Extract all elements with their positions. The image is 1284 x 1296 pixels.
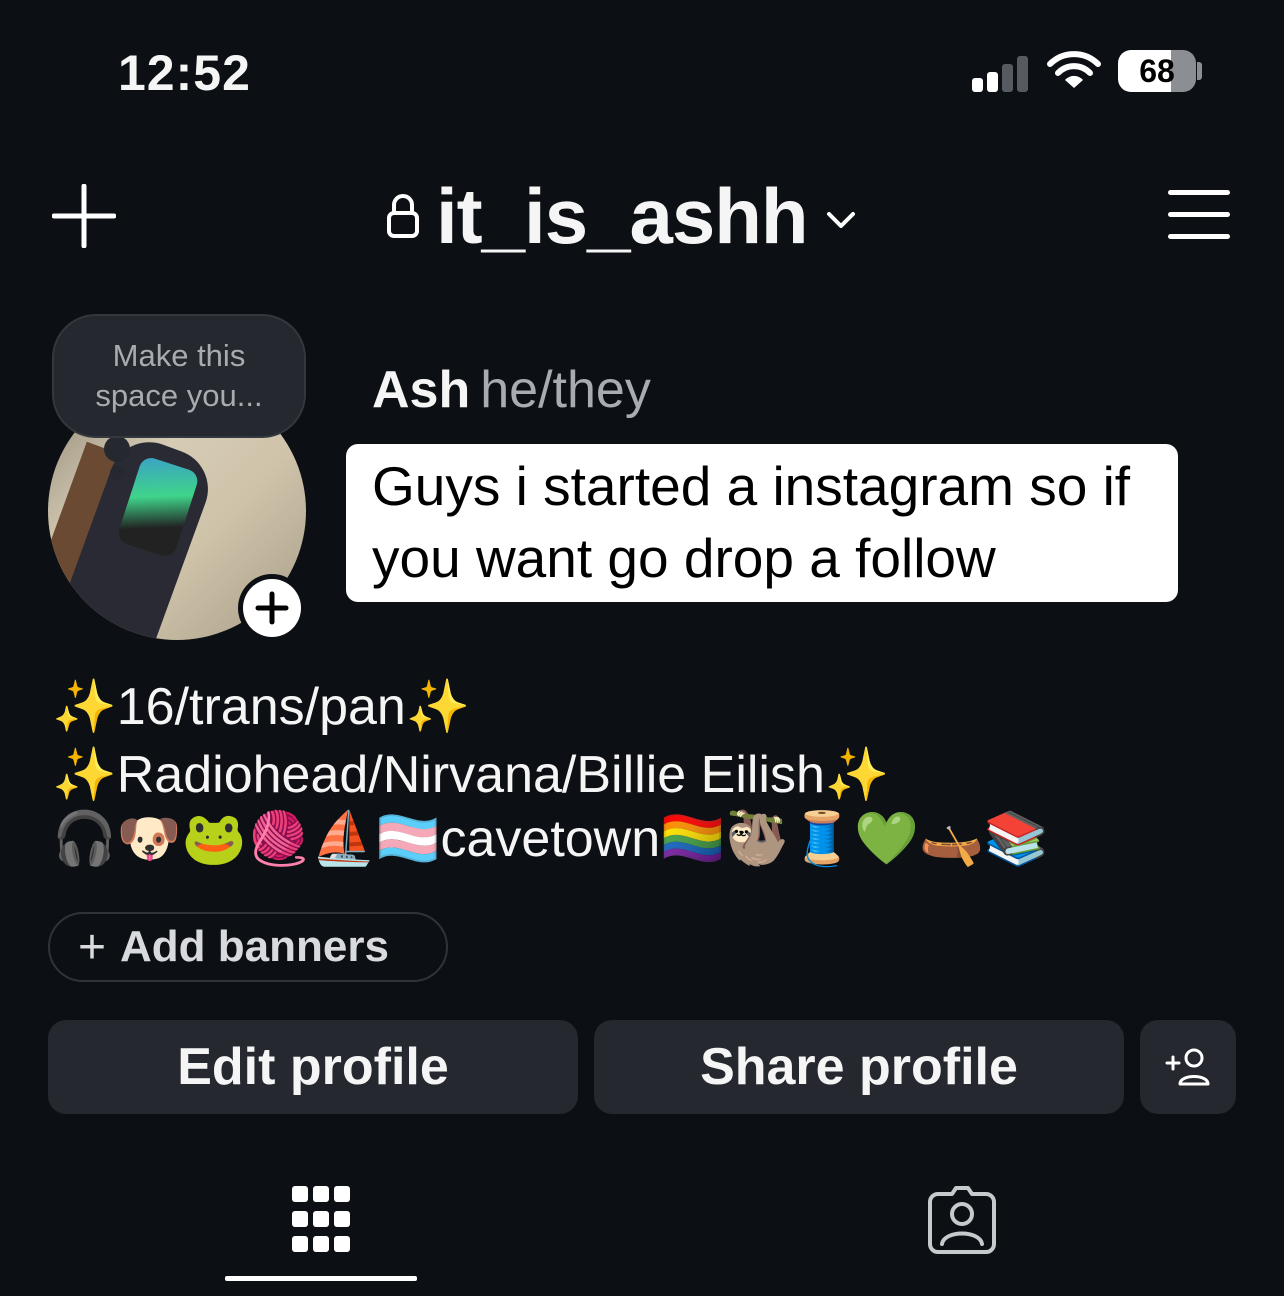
battery-percent: 68 [1139, 52, 1175, 89]
chevron-down-icon [826, 212, 855, 228]
plus-icon [255, 591, 289, 625]
grid-icon[interactable] [292, 1186, 350, 1252]
add-person-button[interactable] [1140, 1020, 1236, 1114]
battery-nub [1197, 62, 1202, 80]
share-profile-button[interactable]: Share profile [594, 1020, 1124, 1114]
add-banners-button[interactable]: + Add banners [48, 912, 448, 982]
bio-line: 🎧🐶🐸🧶⛵🏳️‍⚧️cavetown🏳️‍🌈🦥🧵💚🛶📚 [52, 810, 1049, 868]
add-story-button[interactable] [238, 574, 306, 642]
display-name: Ash [372, 361, 471, 419]
note-bubble[interactable]: Make this space you... [52, 314, 306, 438]
note-line: Make this [112, 338, 246, 373]
battery-icon: 68 [1118, 50, 1196, 92]
menu-icon[interactable] [1168, 186, 1232, 242]
status-time: 12:52 [118, 45, 251, 101]
plus-icon: + [78, 920, 107, 974]
cellular-signal-icon [972, 56, 1032, 92]
note-tail [104, 436, 130, 462]
profile-name-row: Ash he/they [372, 360, 651, 420]
add-person-icon [1165, 1048, 1210, 1086]
note-line: space you... [95, 378, 263, 413]
note-tail [110, 466, 124, 480]
active-tab-indicator [225, 1276, 417, 1281]
tagged-icon[interactable] [926, 1184, 998, 1254]
pronouns: he/they [480, 361, 651, 419]
create-plus-icon[interactable] [52, 184, 116, 248]
wifi-icon [1047, 51, 1101, 88]
add-banners-label: Add banners [120, 922, 389, 971]
edit-profile-button[interactable]: Edit profile [48, 1020, 578, 1114]
bio-line: ✨Radiohead/Nirvana/Billie Eilish✨ [52, 746, 890, 804]
lock-icon [387, 194, 419, 238]
username: it_is_ashh [436, 171, 809, 260]
bio-line: ✨16/trans/pan✨ [52, 678, 471, 736]
account-switcher[interactable]: it_is_ashh [386, 168, 856, 264]
caption-overlay: Guys i started a instagram so if you wan… [346, 444, 1178, 602]
